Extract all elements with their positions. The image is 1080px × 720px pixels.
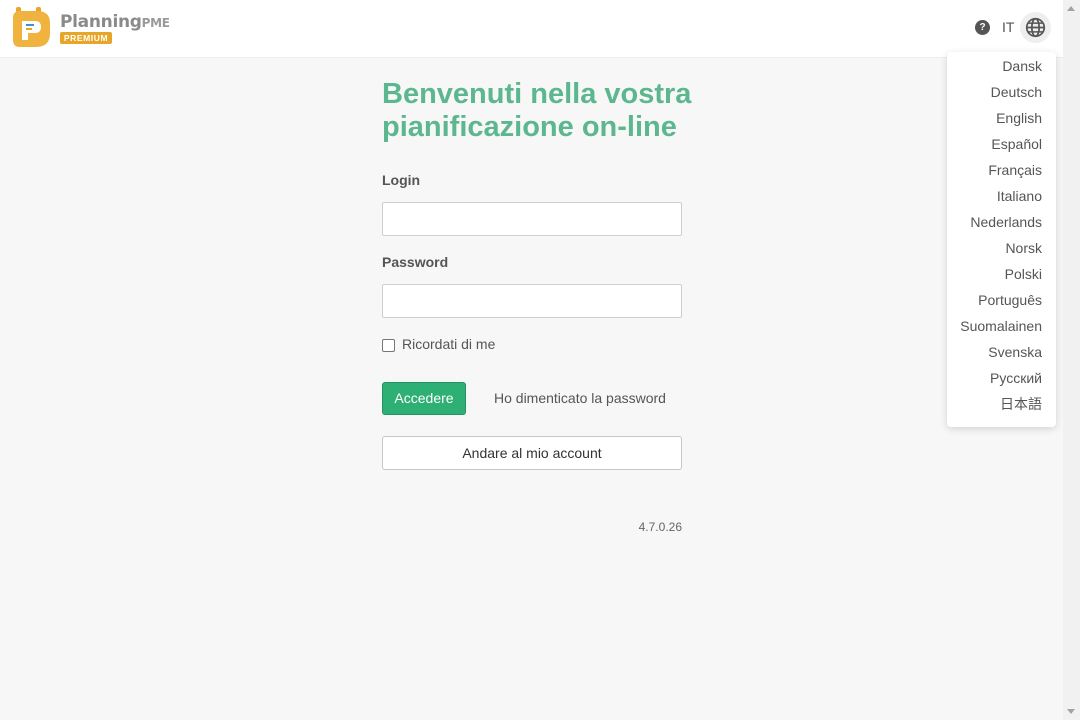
language-option-francais[interactable]: Français (947, 157, 1056, 183)
remember-me-checkbox[interactable] (382, 339, 395, 352)
version-number: 4.7.0.26 (638, 520, 682, 534)
login-input[interactable] (382, 202, 682, 236)
language-option-nederlands[interactable]: Nederlands (947, 209, 1056, 235)
password-input[interactable] (382, 284, 682, 318)
language-menu: Dansk Deutsch English Español Français I… (947, 52, 1056, 427)
my-account-button[interactable]: Andare al mio account (382, 436, 682, 470)
globe-icon (1025, 17, 1046, 38)
logo-icon (13, 7, 50, 47)
scroll-down-icon[interactable] (1067, 709, 1075, 714)
language-option-russian[interactable]: Русский (947, 365, 1056, 391)
title-line-2: pianificazione on-line (382, 111, 677, 143)
scroll-up-icon[interactable] (1067, 6, 1075, 11)
language-option-deutsch[interactable]: Deutsch (947, 79, 1056, 105)
language-button[interactable] (1020, 12, 1051, 43)
forgot-password-link[interactable]: Ho dimenticato la password (494, 390, 666, 406)
language-option-english[interactable]: English (947, 105, 1056, 131)
language-option-norsk[interactable]: Norsk (947, 235, 1056, 261)
premium-badge: PREMIUM (60, 32, 112, 44)
login-button[interactable]: Accedere (382, 382, 466, 415)
language-option-polski[interactable]: Polski (947, 261, 1056, 287)
language-option-svenska[interactable]: Svenska (947, 339, 1056, 365)
remember-me-label[interactable]: Ricordati di me (402, 336, 495, 352)
language-option-italiano[interactable]: Italiano (947, 183, 1056, 209)
question-circle-icon[interactable]: ? (975, 20, 990, 35)
title-line-1: Benvenuti nella vostra (382, 78, 692, 110)
top-bar: PlanningPME PREMIUM ? IT (0, 0, 1063, 58)
login-label: Login (382, 172, 421, 188)
language-code[interactable]: IT (1002, 19, 1014, 35)
language-option-dansk[interactable]: Dansk (947, 53, 1056, 79)
password-label: Password (382, 254, 449, 270)
language-option-suomalainen[interactable]: Suomalainen (947, 313, 1056, 339)
planningpme-logo[interactable]: PlanningPME PREMIUM (12, 7, 172, 49)
logo-wordmark: PlanningPME (60, 12, 170, 32)
vertical-scrollbar[interactable] (1063, 0, 1080, 720)
language-option-espanol[interactable]: Español (947, 131, 1056, 157)
login-form: Benvenuti nella vostra pianificazione on… (382, 78, 692, 534)
page-title: Benvenuti nella vostra pianificazione on… (382, 78, 692, 144)
language-option-japanese[interactable]: 日本語 (947, 391, 1056, 417)
language-option-portugues[interactable]: Português (947, 287, 1056, 313)
